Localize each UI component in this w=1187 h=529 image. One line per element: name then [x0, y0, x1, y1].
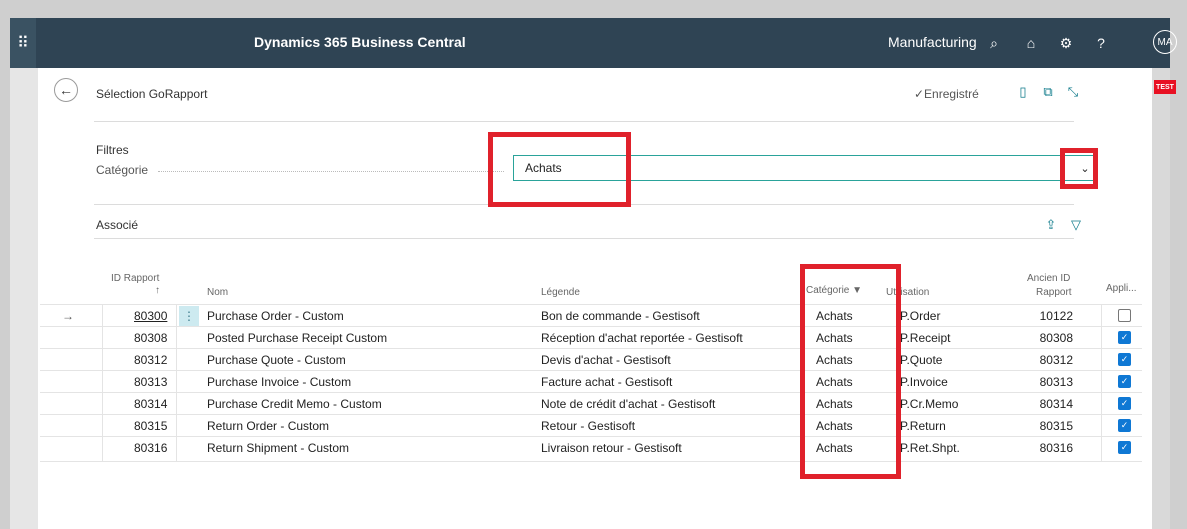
- top-bar: ⠿ Dynamics 365 Business Central Manufact…: [10, 18, 1177, 68]
- side-strip: [1152, 68, 1170, 529]
- filters-title: Filtres: [96, 143, 129, 157]
- highlight-box: [1060, 148, 1098, 189]
- highlight-box: [800, 264, 901, 479]
- apply-checkbox[interactable]: ✓: [1118, 441, 1131, 454]
- cell-id[interactable]: 80314: [134, 397, 167, 411]
- avatar[interactable]: MA: [1153, 30, 1177, 54]
- cell-old-id: 80308: [1039, 331, 1073, 345]
- col-header-apply[interactable]: Appli...: [1106, 283, 1137, 294]
- divider: [94, 238, 1074, 239]
- col-header-name[interactable]: Nom: [207, 287, 228, 298]
- cell-old-id: 80312: [1039, 353, 1073, 367]
- cell-name: Purchase Credit Memo - Custom: [207, 397, 382, 411]
- cell-name: Purchase Quote - Custom: [207, 353, 346, 367]
- cell-name: Posted Purchase Receipt Custom: [207, 331, 388, 345]
- col-header-id[interactable]: ID Rapport: [111, 273, 159, 284]
- gear-icon[interactable]: ⚙: [1055, 32, 1077, 54]
- divider: [94, 121, 1074, 122]
- cell-old-id: 80316: [1039, 441, 1073, 455]
- cell-usage: P.Return: [900, 419, 946, 433]
- cell-name: Purchase Invoice - Custom: [207, 375, 352, 389]
- table-row[interactable]: 80316 Return Shipment - Custom Livraison r…: [40, 436, 1142, 459]
- cell-name: Return Shipment - Custom: [207, 441, 350, 455]
- cell-id[interactable]: 80315: [134, 419, 167, 433]
- search-icon[interactable]: ⌕: [983, 32, 1005, 54]
- cell-legend: Note de crédit d'achat - Gestisoft: [541, 397, 716, 411]
- company-name[interactable]: Manufacturing: [888, 34, 977, 50]
- apply-checkbox[interactable]: ✓: [1118, 397, 1131, 410]
- page-title: Sélection GoRapport: [96, 87, 208, 101]
- dotted-leader: [158, 171, 504, 172]
- cell-old-id: 80313: [1039, 375, 1073, 389]
- category-label: Catégorie: [96, 163, 149, 177]
- bookmark-icon[interactable]: ▯: [1014, 83, 1032, 101]
- test-badge: TEST: [1154, 80, 1176, 94]
- cell-legend: Devis d'achat - Gestisoft: [541, 353, 671, 367]
- cell-usage: P.Quote: [900, 353, 943, 367]
- cell-old-id: 10122: [1039, 309, 1073, 323]
- app-title[interactable]: Dynamics 365 Business Central: [254, 34, 466, 50]
- cell-legend: Facture achat - Gestisoft: [541, 375, 673, 389]
- table-row[interactable]: 80313 Purchase Invoice - Custom Facture ac…: [40, 370, 1142, 393]
- apply-checkbox[interactable]: [1118, 309, 1131, 322]
- cell-usage: P.Ret.Shpt.: [900, 441, 960, 455]
- open-new-window-icon[interactable]: ⧉: [1039, 83, 1057, 101]
- table-row[interactable]: 80308 Posted Purchase Receipt Custom Récep…: [40, 326, 1142, 349]
- cell-id[interactable]: 80316: [134, 441, 167, 455]
- highlight-box: [488, 132, 631, 207]
- back-button[interactable]: ←: [54, 78, 78, 102]
- share-icon[interactable]: ⇪: [1042, 216, 1060, 234]
- cell-legend: Livraison retour - Gestisoft: [541, 441, 682, 455]
- apply-checkbox[interactable]: ✓: [1118, 331, 1131, 344]
- divider: [40, 461, 1142, 462]
- cell-legend: Réception d'achat reportée - Gestisoft: [541, 331, 743, 345]
- cell-old-id: 80314: [1039, 397, 1073, 411]
- filter-icon[interactable]: ▽: [1067, 216, 1085, 234]
- bell-icon[interactable]: ⌂: [1020, 32, 1042, 54]
- cell-id[interactable]: 80308: [134, 331, 167, 345]
- cell-id[interactable]: 80300: [134, 309, 167, 323]
- cell-usage: P.Cr.Memo: [900, 397, 959, 411]
- sort-asc-icon: ↑: [155, 285, 160, 296]
- associe-label: Associé: [96, 218, 139, 232]
- apply-checkbox[interactable]: ✓: [1118, 353, 1131, 366]
- app-launcher-icon[interactable]: ⠿: [10, 18, 36, 68]
- cell-id[interactable]: 80312: [134, 353, 167, 367]
- cell-legend: Bon de commande - Gestisoft: [541, 309, 700, 323]
- cell-legend: Retour - Gestisoft: [541, 419, 636, 433]
- cell-id[interactable]: 80313: [134, 375, 167, 389]
- collapse-icon[interactable]: ⤡: [1064, 83, 1082, 101]
- cell-usage: P.Order: [900, 309, 941, 323]
- table-row[interactable]: 80314 Purchase Credit Memo - Custom Note d…: [40, 392, 1142, 415]
- help-icon[interactable]: ?: [1090, 32, 1112, 54]
- table-row[interactable]: 80312 Purchase Quote - Custom Devis d'acha…: [40, 348, 1142, 371]
- saved-status: ✓Enregistré: [914, 87, 979, 101]
- cell-usage: P.Invoice: [900, 375, 948, 389]
- col-header-legend[interactable]: Légende: [541, 287, 580, 298]
- row-menu-icon[interactable]: ⋮: [179, 306, 199, 326]
- apply-checkbox[interactable]: ✓: [1118, 375, 1131, 388]
- table-row[interactable]: → ⋮ 80300 Purchase Order - Custom Bon de com…: [40, 304, 1142, 327]
- cell-usage: P.Receipt: [900, 331, 951, 345]
- cell-old-id: 80315: [1039, 419, 1073, 433]
- cell-name: Return Order - Custom: [207, 419, 330, 433]
- cell-name: Purchase Order - Custom: [207, 309, 344, 323]
- arrow-left-icon: ←: [59, 82, 73, 98]
- col-header-old-id-line2[interactable]: Rapport: [1036, 287, 1072, 298]
- col-header-old-id-line1[interactable]: Ancien ID: [1027, 273, 1070, 284]
- apply-checkbox[interactable]: ✓: [1118, 419, 1131, 432]
- current-row-arrow-icon: →: [62, 309, 74, 323]
- table-row[interactable]: 80315 Return Order - Custom Retour - Gesti…: [40, 414, 1142, 437]
